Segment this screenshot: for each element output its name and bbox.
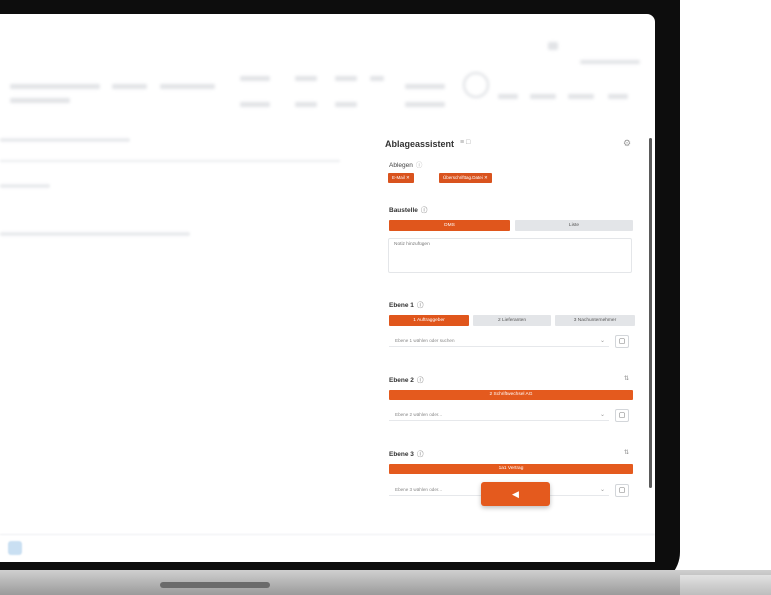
info-icon: ⓘ: [416, 451, 424, 458]
ebene2-select-placeholder: Ebene 2 wählen oder...: [395, 412, 442, 417]
baustelle-label: Baustelle ⓘ: [389, 204, 427, 214]
ablegen-label-text: Ablegen: [389, 162, 413, 169]
ebene2-list-icon[interactable]: ⇅: [624, 375, 629, 382]
ebene1-tab-lieferanten[interactable]: 2 Lieferanten: [473, 315, 551, 326]
ebene1-folder-button[interactable]: ▢: [615, 335, 629, 348]
chevron-down-icon: ⌄: [599, 487, 605, 493]
panel-scrollbar[interactable]: [649, 138, 652, 488]
ablegen-label: Ablegen ⓘ: [389, 159, 422, 169]
ebene3-selected-bar[interactable]: 1a1 Vertrag: [389, 464, 633, 474]
baustelle-seg-liste[interactable]: Liste: [515, 220, 633, 231]
ebene1-label-text: Ebene 1: [389, 302, 414, 309]
baustelle-label-text: Baustelle: [389, 207, 418, 214]
blurred-ribbon: [0, 36, 655, 126]
laptop-base-edge: [680, 575, 771, 595]
ebene2-select[interactable]: Ebene 2 wählen oder... ⌄: [389, 409, 609, 421]
ebene2-label: Ebene 2 ⓘ: [389, 374, 423, 384]
ablegen-chip-datei[interactable]: Überschrifttag.Datei ✕: [439, 173, 492, 183]
chip-label: E-Mail: [392, 175, 405, 180]
ebene1-tab-nachunternehmer[interactable]: 3 Nachunternehmer: [555, 315, 635, 326]
send-icon: ◀: [512, 489, 519, 499]
ebene1-select-placeholder: Ebene 1 wählen oder suchen: [395, 338, 455, 343]
info-icon: ⓘ: [416, 302, 424, 309]
ebene1-label: Ebene 1 ⓘ: [389, 299, 423, 309]
ablageassistent-panel: Ablageassistent ≡ □ ⚙ Ablegen ⓘ E-Mail ✕ …: [375, 125, 647, 525]
ebene3-label: Ebene 3 ⓘ: [389, 448, 423, 458]
panel-title: Ablageassistent: [385, 139, 455, 149]
laptop-notch: [160, 582, 270, 588]
ebene2-label-text: Ebene 2: [389, 377, 414, 384]
ebene3-list-icon[interactable]: ⇅: [624, 449, 629, 456]
info-icon: ⓘ: [416, 377, 424, 384]
ebene3-select-placeholder: Ebene 3 wählen oder...: [395, 487, 442, 492]
send-button[interactable]: ◀: [481, 482, 550, 506]
ebene1-select[interactable]: Ebene 1 wählen oder suchen ⌄: [389, 335, 609, 347]
ebene2-selected-bar[interactable]: 2 Schriftwechsel AG: [389, 390, 633, 400]
ebene3-folder-button[interactable]: ▢: [615, 484, 629, 497]
info-icon: ⓘ: [420, 207, 428, 214]
chevron-down-icon: ⌄: [599, 338, 605, 344]
ebene2-folder-button[interactable]: ▢: [615, 409, 629, 422]
status-bar: [0, 534, 655, 562]
laptop-hinge: [0, 570, 771, 595]
ablegen-chip-email[interactable]: E-Mail ✕: [388, 173, 414, 183]
blurred-content: [0, 132, 370, 552]
info-icon: ⓘ: [415, 162, 423, 169]
notiz-textarea[interactable]: Notiz hinzufügen: [388, 238, 632, 273]
panel-title-icons[interactable]: ≡ □: [460, 139, 470, 146]
chip-label: Überschrifttag.Datei: [443, 175, 483, 180]
chevron-down-icon: ⌄: [599, 412, 605, 418]
app-icon: [8, 541, 22, 555]
baustelle-seg-dms[interactable]: DMS: [389, 220, 510, 231]
ebene1-tab-auftraggeber[interactable]: 1 Auftraggeber: [389, 315, 469, 326]
gear-icon[interactable]: ⚙: [623, 138, 631, 149]
ebene3-label-text: Ebene 3: [389, 451, 414, 458]
